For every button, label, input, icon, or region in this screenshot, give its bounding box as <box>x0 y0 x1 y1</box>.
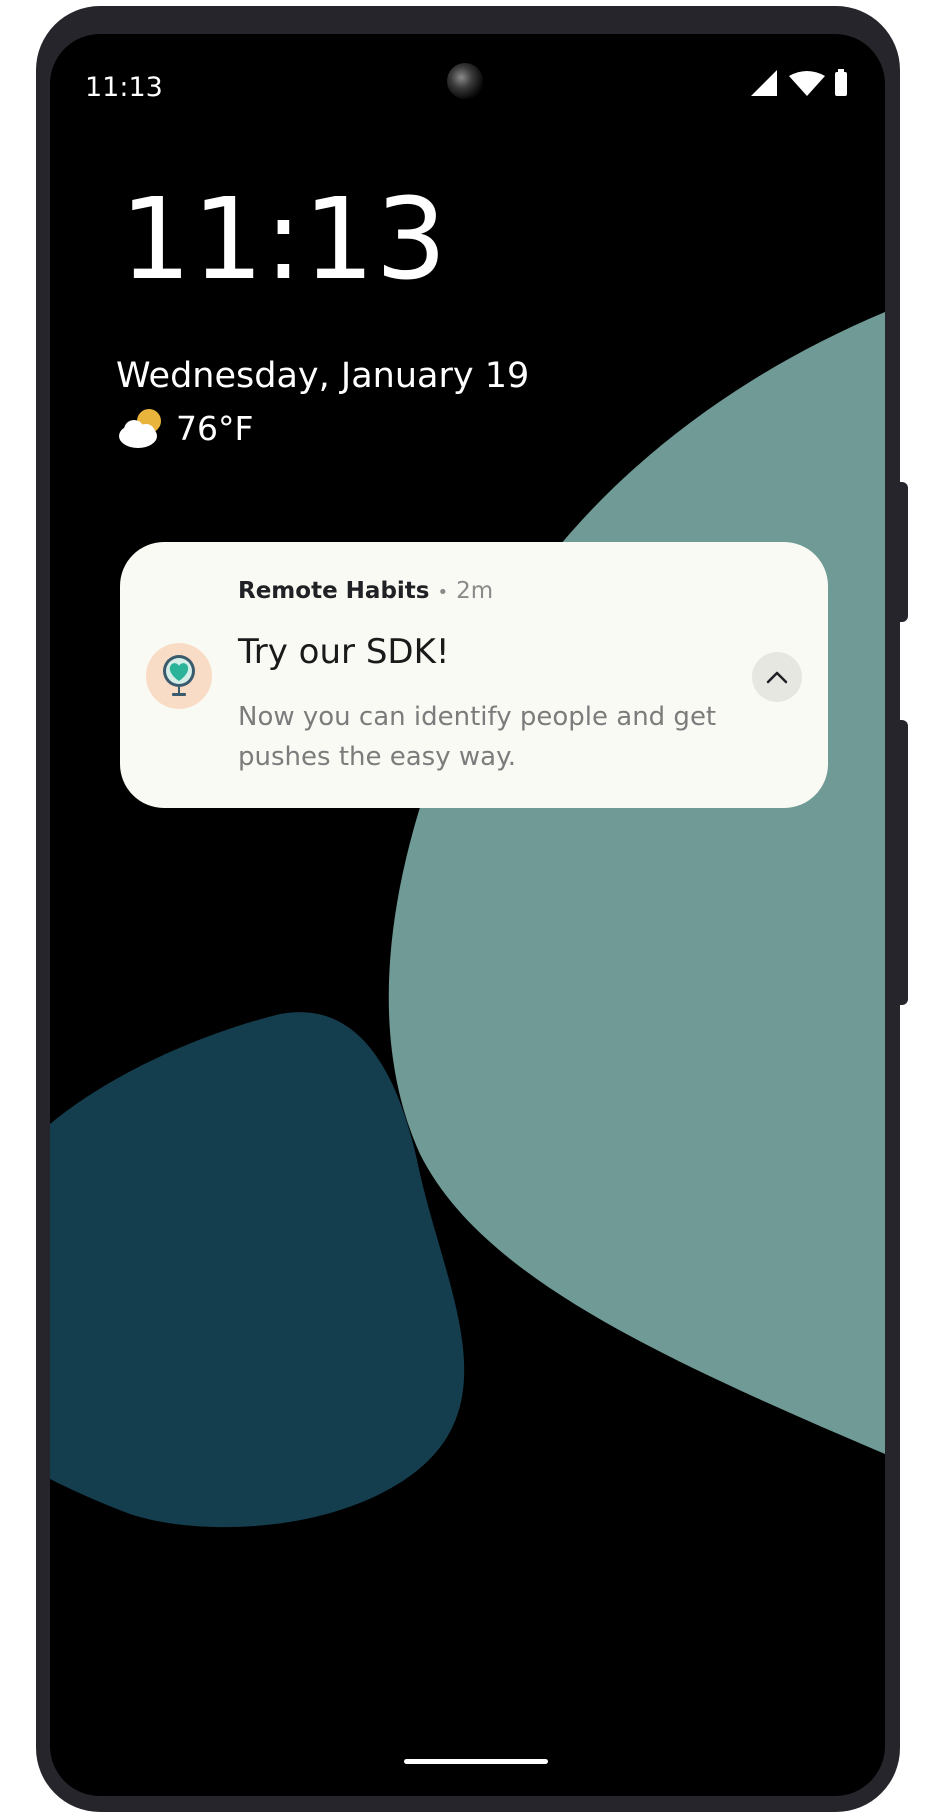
notification-time: 2m <box>456 578 494 604</box>
power-button <box>896 482 908 622</box>
notification-body: Now you can identify people and get push… <box>238 702 717 772</box>
home-indicator[interactable] <box>404 1759 548 1764</box>
weather-temperature: 76°F <box>176 408 254 448</box>
weather-widget[interactable]: 76°F <box>116 406 253 450</box>
wallpaper-teal-shape <box>388 312 885 1454</box>
battery-icon <box>835 69 847 96</box>
status-icons <box>751 69 847 96</box>
notification-title: Try our SDK! <box>238 632 450 672</box>
lock-screen-clock: 11:13 <box>120 175 448 305</box>
notification-separator: • <box>437 582 449 603</box>
wifi-icon <box>789 71 825 96</box>
volume-button <box>896 720 908 1005</box>
signal-icon <box>751 70 777 96</box>
chevron-up-icon <box>766 671 788 684</box>
partly-cloudy-icon <box>119 409 161 448</box>
front-camera <box>447 63 483 99</box>
collapse-button[interactable] <box>752 652 802 702</box>
notification-card[interactable]: Remote Habits • 2m Try our SDK! Now you ca… <box>120 542 828 808</box>
globe-heart-icon <box>163 655 195 696</box>
lock-screen-date: Wednesday, January 19 <box>116 356 530 396</box>
notification-app-name: Remote Habits <box>238 578 430 604</box>
app-icon <box>146 643 212 709</box>
status-bar-time: 11:13 <box>85 72 163 103</box>
lock-screen[interactable]: 11:13 11:13 Wednesday, January 19 76°F R… <box>50 34 885 1796</box>
notification-header: Remote Habits • 2m <box>238 578 493 604</box>
